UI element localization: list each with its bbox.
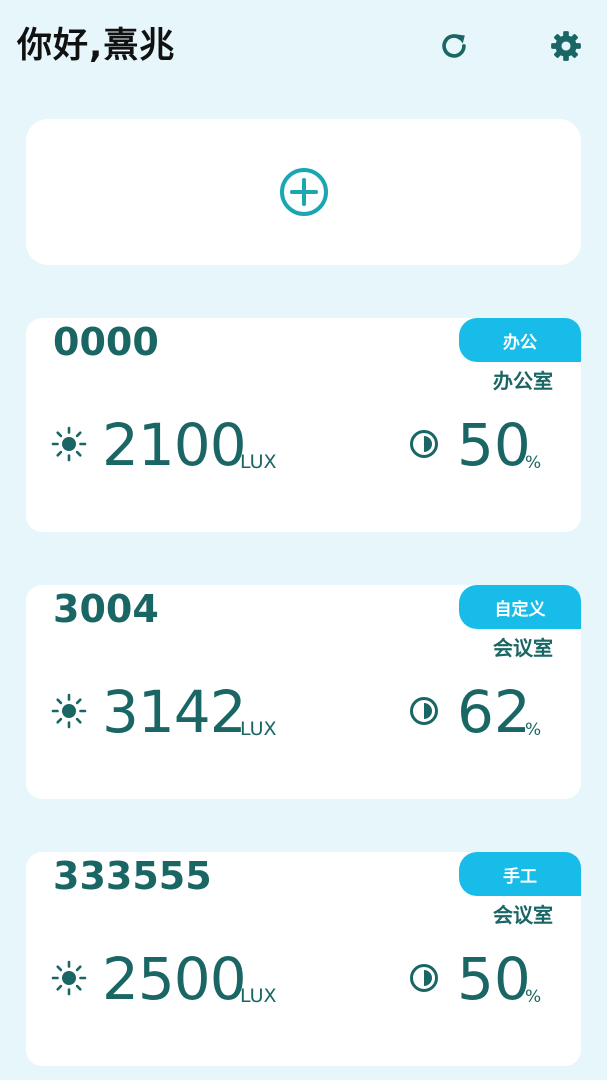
device-card[interactable]: 333555 手工 会议室 2500 LUX 50 %: [26, 852, 581, 1066]
refresh-icon: [442, 34, 466, 58]
illuminance-value: 2500: [102, 945, 247, 1013]
percent-unit: %: [525, 720, 542, 740]
illuminance-unit: LUX: [240, 451, 277, 473]
brightness-percent-value: 50: [457, 411, 531, 479]
brightness-percent-value: 62: [457, 678, 531, 746]
gear-icon: [551, 31, 581, 61]
sun-icon: [51, 693, 87, 729]
room-name: 办公室: [493, 369, 553, 393]
illuminance-value: 2100: [102, 411, 247, 479]
add-device-button[interactable]: [26, 119, 581, 265]
brightness-contrast-icon: [410, 430, 438, 458]
device-id: 333555: [53, 854, 212, 898]
device-card[interactable]: 0000 办公 办公室 2100 LUX 50 %: [26, 318, 581, 532]
sun-icon: [51, 426, 87, 462]
add-circle-icon: [279, 168, 328, 216]
mode-badge[interactable]: 手工: [459, 852, 581, 896]
illuminance-unit: LUX: [240, 718, 277, 740]
illuminance-value: 3142: [102, 678, 247, 746]
settings-button[interactable]: [543, 23, 589, 69]
brightness-percent-value: 50: [457, 945, 531, 1013]
sun-icon: [51, 960, 87, 996]
illuminance-unit: LUX: [240, 985, 277, 1007]
header: 你好,熹兆: [0, 0, 607, 100]
room-name: 会议室: [493, 636, 553, 660]
brightness-contrast-icon: [410, 697, 438, 725]
percent-unit: %: [525, 987, 542, 1007]
percent-unit: %: [525, 453, 542, 473]
device-card[interactable]: 3004 自定义 会议室 3142 LUX 62 %: [26, 585, 581, 799]
brightness-contrast-icon: [410, 964, 438, 992]
mode-badge[interactable]: 自定义: [459, 585, 581, 629]
room-name: 会议室: [493, 903, 553, 927]
refresh-button[interactable]: [431, 23, 477, 69]
mode-badge[interactable]: 办公: [459, 318, 581, 362]
greeting-title: 你好,熹兆: [17, 26, 176, 66]
device-id: 3004: [53, 587, 159, 631]
device-id: 0000: [53, 320, 159, 364]
